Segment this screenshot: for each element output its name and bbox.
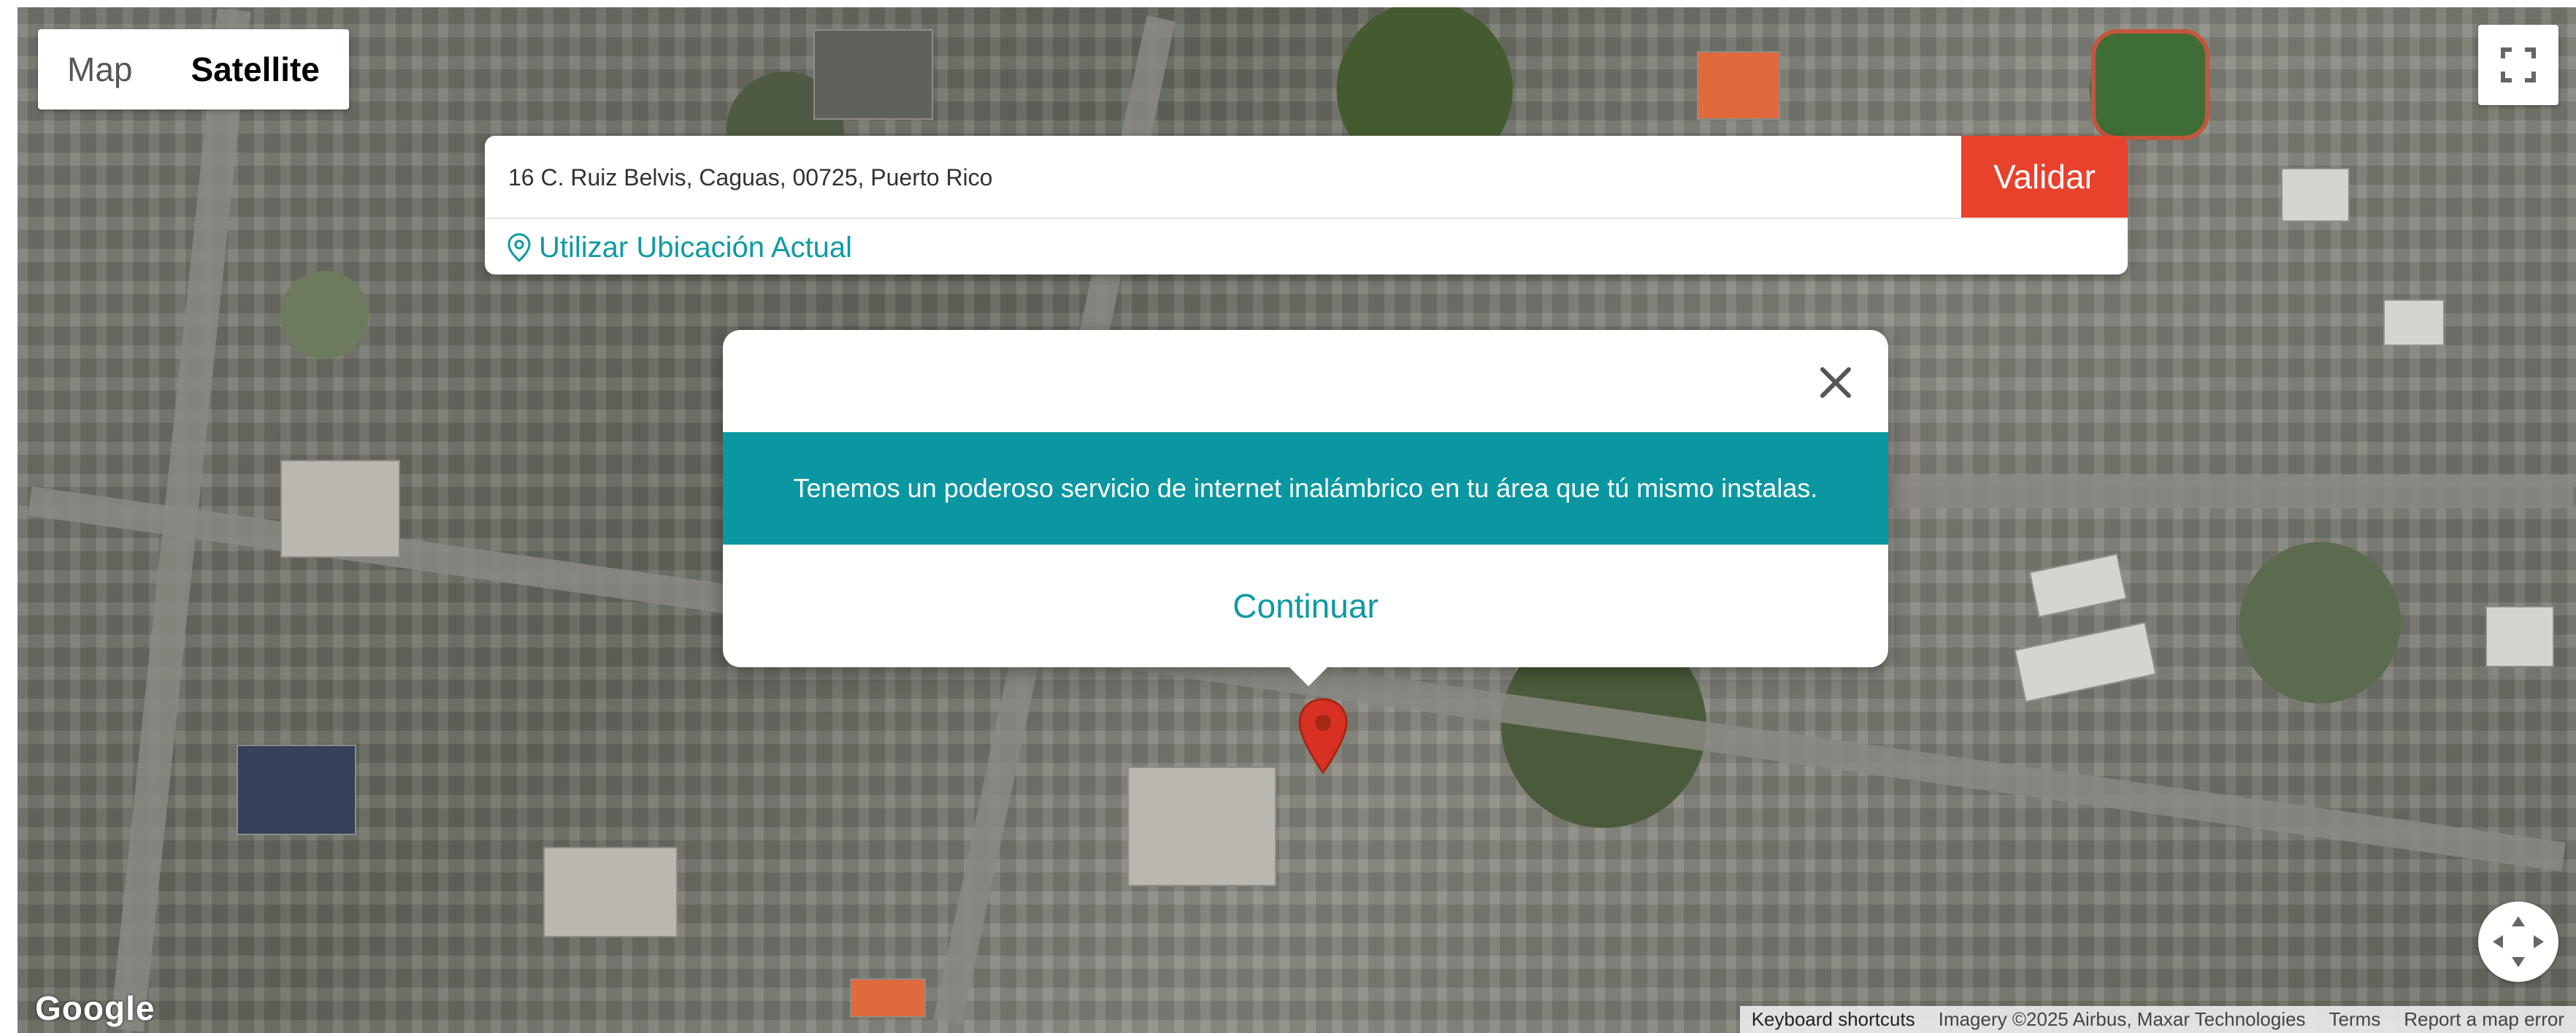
address-search-row: Validar <box>485 136 2128 219</box>
map-marker-icon[interactable] <box>1297 696 1349 777</box>
fullscreen-icon <box>2501 47 2536 82</box>
address-input[interactable] <box>507 136 1941 219</box>
map-building <box>543 847 678 937</box>
address-search-card: Validar Utilizar Ubicación Actual <box>485 136 2128 274</box>
google-logo: Google <box>35 989 156 1027</box>
map-type-map-button[interactable]: Map <box>38 29 161 110</box>
continue-button[interactable]: Continuar <box>723 545 1888 667</box>
recenter-button[interactable] <box>2478 902 2558 982</box>
map-building <box>2485 606 2554 667</box>
report-map-error-link[interactable]: Report a map error <box>2392 1008 2576 1031</box>
terms-link[interactable]: Terms <box>2318 1008 2393 1031</box>
map-attribution-bar: Keyboard shortcuts Imagery ©2025 Airbus,… <box>1739 1006 2576 1033</box>
map-building <box>237 745 356 835</box>
map-building <box>2028 553 2128 618</box>
recenter-icon <box>2493 916 2544 967</box>
map-building <box>2014 621 2157 703</box>
fullscreen-button[interactable] <box>2478 25 2558 105</box>
map-building <box>280 460 400 558</box>
map-building <box>2281 168 2350 222</box>
map-type-control: Map Satellite <box>38 29 349 110</box>
service-availability-dialog: Tenemos un poderoso servicio de internet… <box>723 330 1888 686</box>
close-button[interactable] <box>1812 359 1859 406</box>
map-building <box>813 29 933 120</box>
imagery-attribution: Imagery ©2025 Airbus, Maxar Technologies <box>1938 1008 2306 1030</box>
map-building <box>2383 299 2445 346</box>
use-current-location-label: Utilizar Ubicación Actual <box>539 231 853 264</box>
map-building <box>1127 767 1276 886</box>
dialog-message: Tenemos un poderoso servicio de internet… <box>723 432 1888 545</box>
close-icon <box>1820 367 1851 398</box>
map-building <box>1697 51 1780 120</box>
validate-button[interactable]: Validar <box>1961 136 2128 218</box>
location-pin-icon <box>507 233 531 262</box>
map-type-satellite-button[interactable]: Satellite <box>161 29 348 110</box>
map-road <box>1843 475 2573 508</box>
sports-field <box>2091 29 2209 140</box>
use-current-location-link[interactable]: Utilizar Ubicación Actual <box>507 220 852 274</box>
map-building <box>850 978 926 1018</box>
keyboard-shortcuts-link[interactable]: Keyboard shortcuts <box>1740 1008 1927 1031</box>
